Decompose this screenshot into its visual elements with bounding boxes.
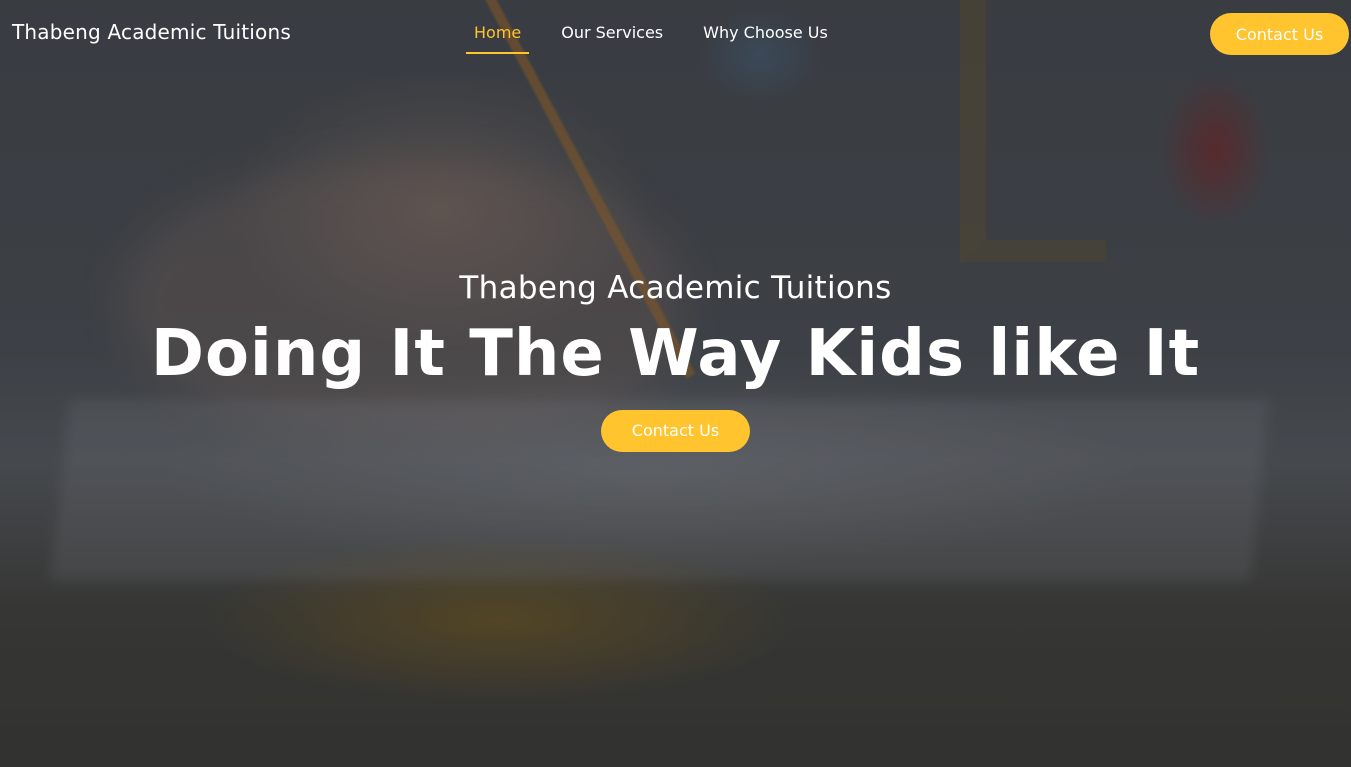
nav-item-our-services[interactable]: Our Services (553, 20, 671, 54)
hero-contact-button[interactable]: Contact Us (601, 409, 750, 452)
main-nav: Home Our Services Why Choose Us (466, 20, 860, 54)
nav-item-why-choose-us[interactable]: Why Choose Us (695, 20, 836, 54)
hero-subtitle: Thabeng Academic Tuitions (459, 270, 892, 306)
hero-content: Thabeng Academic Tuitions Doing It The W… (0, 270, 1351, 452)
hero-section: Thabeng Academic Tuitions Home Our Servi… (0, 0, 1351, 767)
site-header: Thabeng Academic Tuitions Home Our Servi… (0, 0, 1351, 68)
nav-item-home[interactable]: Home (466, 20, 530, 54)
header-contact-button[interactable]: Contact Us (1210, 13, 1349, 55)
site-logo-text[interactable]: Thabeng Academic Tuitions (12, 20, 291, 44)
hero-title: Doing It The Way Kids like It (150, 317, 1201, 391)
